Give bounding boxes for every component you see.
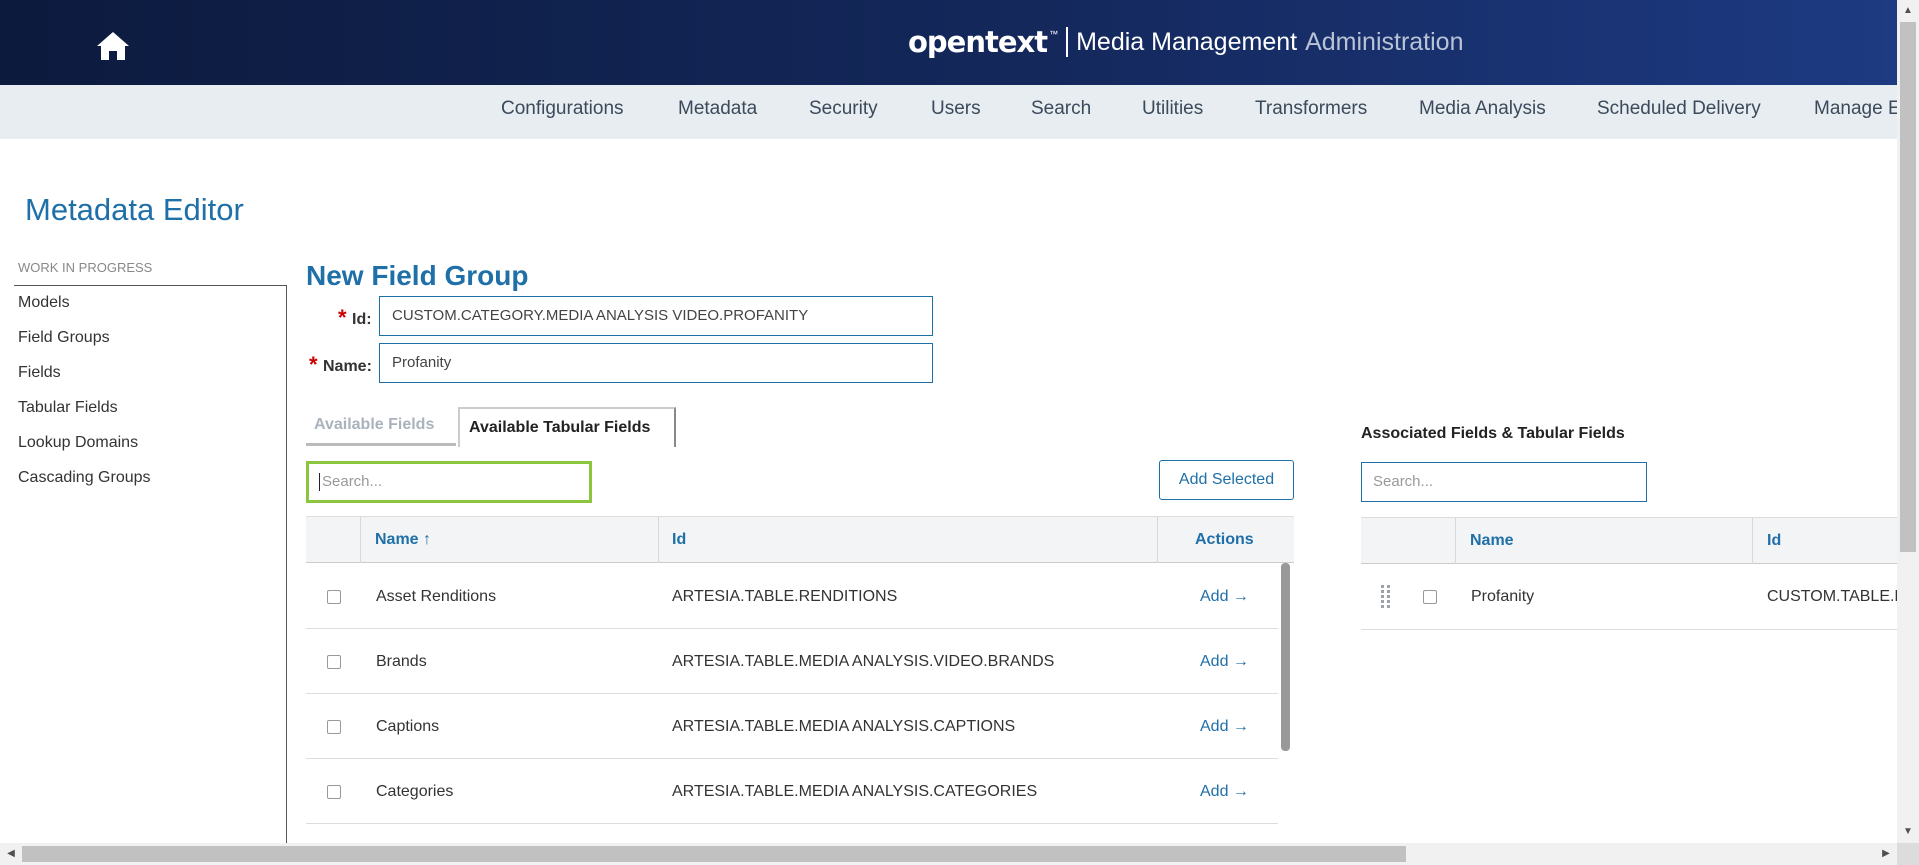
vertical-scroll-thumb[interactable] [1900,22,1916,552]
column-divider [360,517,361,563]
app-name: Media Management [1076,27,1298,56]
scroll-left-arrow-icon[interactable]: ◀ [0,843,22,865]
scroll-down-arrow-icon[interactable]: ▼ [1897,821,1919,843]
nav-item-configurations[interactable]: Configurations [501,85,624,139]
nav-item-transformers[interactable]: Transformers [1255,85,1367,139]
sidebar-item-tabular-fields[interactable]: Tabular Fields [18,399,118,417]
table-row: Captions ARTESIA.TABLE.MEDIA ANALYSIS.CA… [306,694,1278,759]
section-title: New Field Group [306,260,529,291]
sidebar-item-models[interactable]: Models [18,294,70,312]
column-header-id[interactable]: Id [1767,518,1781,564]
column-header-name[interactable]: Name ↑ [375,517,431,563]
row-checkbox[interactable] [327,785,341,799]
row-checkbox[interactable] [327,720,341,734]
nav-item-scheduled-delivery[interactable]: Scheduled Delivery [1597,85,1761,139]
app-name-suffix: Administration [1305,27,1464,56]
add-link[interactable]: Add → [1200,629,1249,694]
column-header-id[interactable]: Id [672,517,686,563]
trademark-mark: ™ [1049,29,1059,39]
associated-search-input[interactable]: Search... [1361,462,1647,502]
row-checkbox[interactable] [1423,590,1437,604]
sidebar-border [286,285,287,845]
sidebar-divider [14,285,287,286]
row-id: ARTESIA.TABLE.MEDIA ANALYSIS.CAPTIONS [672,718,1016,735]
nav-item-manage[interactable]: Manage E [1814,85,1897,139]
row-id: ARTESIA.TABLE.MEDIA ANALYSIS.VIDEO.BRAND… [672,653,1055,670]
add-selected-button[interactable]: Add Selected [1159,460,1294,500]
text-cursor [319,473,320,492]
table-scrollbar[interactable] [1281,563,1290,751]
sidebar-item-field-groups[interactable]: Field Groups [18,329,110,347]
name-label: Name: [323,358,372,375]
nav-item-security[interactable]: Security [809,85,878,139]
nav-item-media-analysis[interactable]: Media Analysis [1419,85,1546,139]
nav-item-metadata[interactable]: Metadata [678,85,757,139]
associated-table-header: Name Id [1361,517,1897,564]
table-row: Profanity CUSTOM.TABLE.M [1361,564,1908,630]
name-field[interactable]: Profanity [379,343,933,383]
column-divider [1752,518,1753,564]
nav-item-search[interactable]: Search [1031,85,1091,139]
column-header-actions: Actions [1195,531,1254,548]
required-marker: * [309,352,318,377]
required-marker: * [338,305,347,330]
row-checkbox[interactable] [327,655,341,669]
add-link[interactable]: Add → [1200,564,1249,629]
horizontal-scroll-thumb[interactable] [22,846,1406,862]
row-name: Brands [376,653,427,670]
add-link[interactable]: Add → [1200,759,1249,824]
scrollbar-corner [1897,843,1919,865]
associated-title: Associated Fields & Tabular Fields [1361,425,1625,442]
row-name: Profanity [1471,588,1535,605]
row-id: CUSTOM.TABLE.M [1767,588,1908,605]
sidebar-item-lookup-domains[interactable]: Lookup Domains [18,434,138,452]
id-field[interactable]: CUSTOM.CATEGORY.MEDIA ANALYSIS VIDEO.PRO… [379,296,933,336]
brand: opentext ™ Media Management Administrati… [908,24,1463,60]
column-header-name[interactable]: Name [1470,518,1514,564]
page-title: Metadata Editor [25,192,244,227]
tab-available-tabular-fields[interactable]: Available Tabular Fields [458,407,676,447]
table-row: Brands ARTESIA.TABLE.MEDIA ANALYSIS.VIDE… [306,629,1278,694]
home-icon[interactable] [96,30,130,62]
sidebar-header: WORK IN PROGRESS [18,260,153,275]
table-row: Asset Renditions ARTESIA.TABLE.RENDITION… [306,564,1278,629]
search-placeholder: Search... [322,473,383,490]
column-divider [1455,518,1456,564]
brand-logo: opentext [908,25,1048,59]
nav-item-users[interactable]: Users [931,85,981,139]
column-divider [1157,517,1158,563]
sidebar-item-fields[interactable]: Fields [18,364,61,382]
row-name: Asset Renditions [376,588,497,605]
main-nav: Configurations Metadata Security Users S… [0,85,1897,139]
brand-divider [1066,27,1069,57]
scroll-up-arrow-icon[interactable]: ▲ [1897,0,1919,22]
available-table-header: Name ↑ Id Actions [306,516,1294,563]
tab-available-fields[interactable]: Available Fields [306,406,456,446]
row-name: Captions [376,718,440,735]
drag-handle-icon[interactable] [1379,584,1393,612]
id-label: Id: [352,311,372,328]
row-id: ARTESIA.TABLE.RENDITIONS [672,588,898,605]
row-name: Categories [376,783,454,800]
app-header: opentext ™ Media Management Administrati… [0,0,1897,85]
sidebar-item-cascading-groups[interactable]: Cascading Groups [18,469,151,487]
column-divider [658,517,659,563]
table-row: Categories ARTESIA.TABLE.MEDIA ANALYSIS.… [306,759,1278,824]
add-link[interactable]: Add → [1200,694,1249,759]
nav-item-utilities[interactable]: Utilities [1142,85,1203,139]
scroll-right-arrow-icon[interactable]: ▶ [1875,843,1897,865]
row-id: ARTESIA.TABLE.MEDIA ANALYSIS.CATEGORIES [672,783,1038,800]
available-search-input[interactable]: Search... [306,461,592,503]
row-checkbox[interactable] [327,590,341,604]
